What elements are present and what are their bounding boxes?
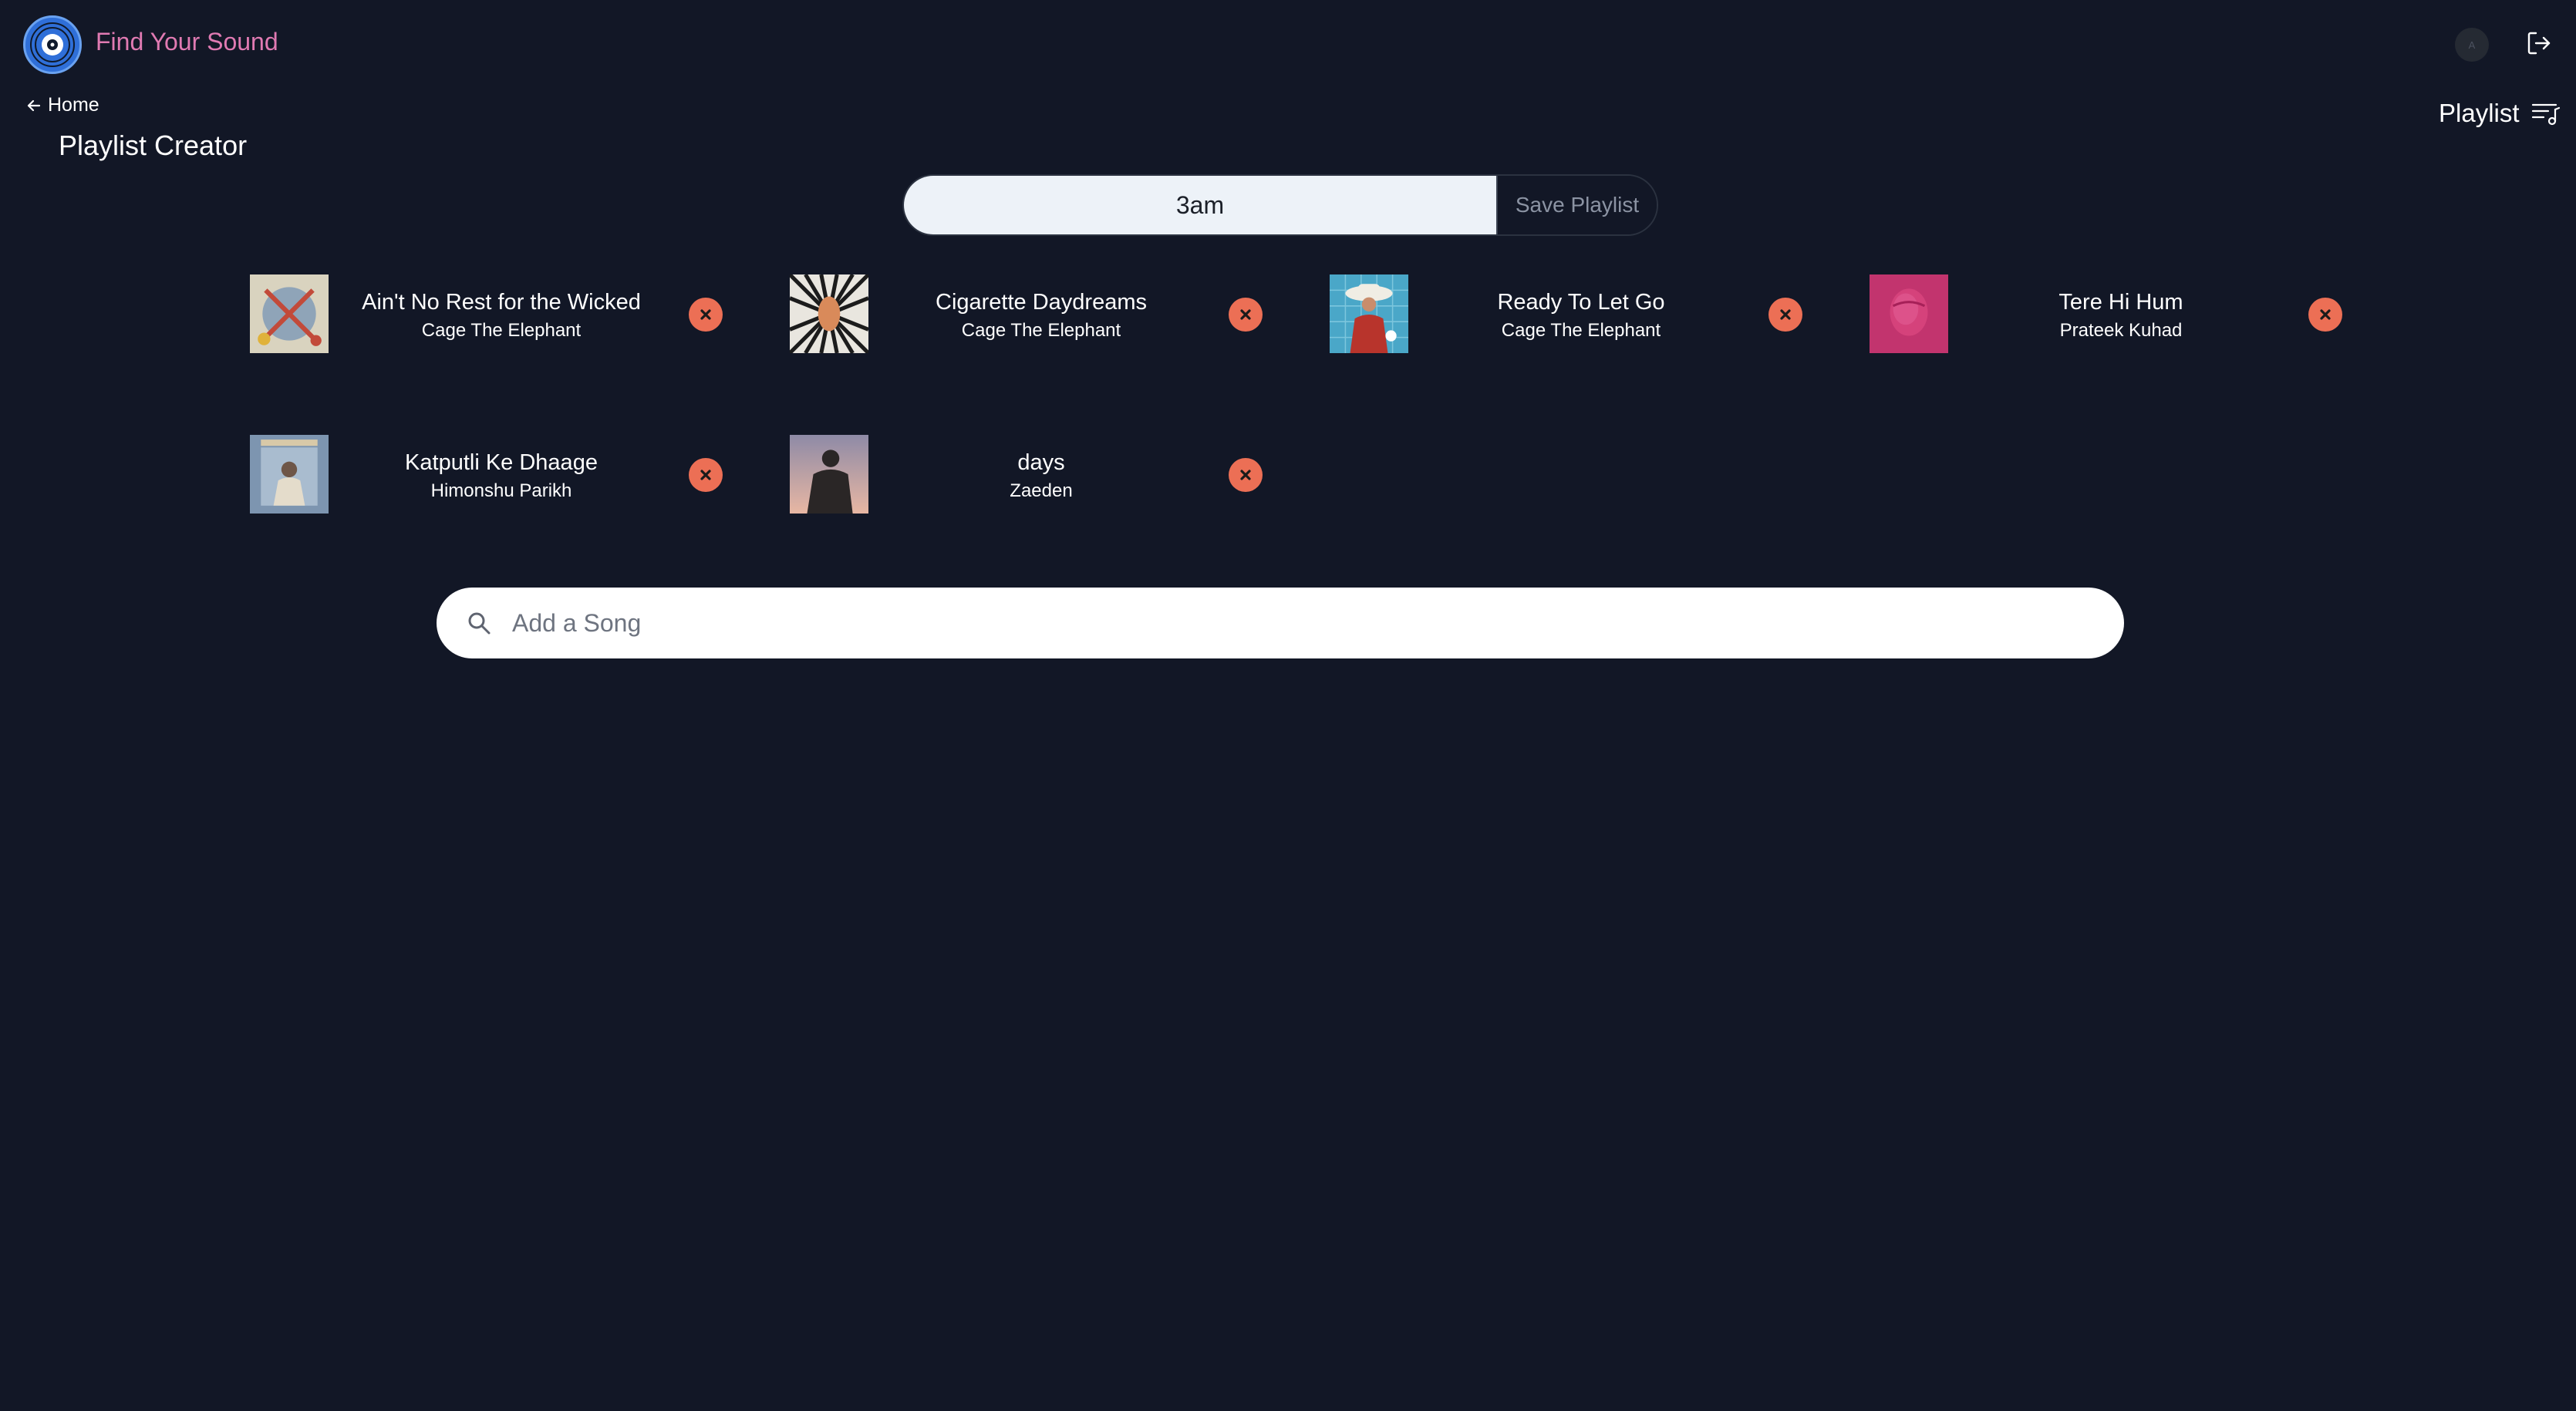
user-avatar[interactable]: A: [2455, 28, 2489, 62]
avatar-initial: A: [2468, 39, 2476, 51]
song-title: Katputli Ke Dhaage: [405, 450, 598, 475]
brand-name[interactable]: Find Your Sound: [96, 28, 278, 56]
close-icon: [1240, 470, 1251, 480]
song-title: Ain't No Rest for the Wicked: [362, 290, 641, 315]
album-cover-image: [250, 435, 329, 514]
song-title: Ready To Let Go: [1497, 290, 1665, 315]
back-home-link[interactable]: Home: [26, 94, 99, 116]
arrow-left-icon: [27, 99, 41, 111]
remove-song-button[interactable]: [689, 298, 723, 332]
page-title: Playlist Creator: [59, 130, 248, 161]
song-artist: Zaeden: [1010, 480, 1073, 501]
remove-song-button[interactable]: [2308, 298, 2342, 332]
song-title: Tere Hi Hum: [2058, 290, 2183, 315]
song-artist: Cage The Elephant: [421, 320, 582, 341]
album-cover-image: [1870, 274, 1948, 353]
album-cover-image: [250, 274, 329, 353]
remove-song-button[interactable]: [1229, 458, 1263, 492]
search-input[interactable]: Add a Song: [512, 609, 641, 638]
close-icon: [2320, 309, 2331, 320]
logout-icon[interactable]: [2525, 29, 2553, 61]
close-icon: [1780, 309, 1791, 320]
song-title: Cigarette Daydreams: [936, 290, 1147, 315]
playlist-name-input[interactable]: 3am: [904, 176, 1496, 234]
back-home-label: Home: [48, 94, 99, 116]
close-icon: [700, 309, 711, 320]
save-playlist-button[interactable]: Save Playlist: [1496, 176, 1657, 234]
close-icon: [1240, 309, 1251, 320]
playlist-toggle-button[interactable]: Playlist: [2439, 99, 2561, 128]
album-cover-image: [790, 274, 868, 353]
playlist-creator-page: Find Your Sound A Home Playlist Creator …: [0, 0, 2576, 1411]
song-card: days Zaeden: [790, 435, 1283, 515]
vinyl-logo-icon[interactable]: [23, 15, 82, 74]
playlist-name-bar: 3am Save Playlist: [902, 174, 1658, 236]
song-card: Katputli Ke Dhaage Himonshu Parikh: [250, 435, 743, 515]
song-title: days: [1017, 450, 1065, 475]
remove-song-button[interactable]: [689, 458, 723, 492]
search-icon: [466, 610, 492, 636]
song-card: Tere Hi Hum Prateek Kuhad: [1870, 274, 2363, 355]
remove-song-button[interactable]: [1229, 298, 1263, 332]
song-card: Ready To Let Go Cage The Elephant: [1330, 274, 1823, 355]
song-artist: Himonshu Parikh: [430, 480, 572, 501]
song-artist: Prateek Kuhad: [2059, 320, 2183, 341]
add-song-search[interactable]: Add a Song: [437, 588, 2124, 658]
close-icon: [700, 470, 711, 480]
song-card: Ain't No Rest for the Wicked Cage The El…: [250, 274, 743, 355]
song-artist: Cage The Elephant: [1501, 320, 1661, 341]
song-card: Cigarette Daydreams Cage The Elephant: [790, 274, 1283, 355]
playlist-toggle-label: Playlist: [2439, 99, 2520, 127]
album-cover-image: [790, 435, 868, 514]
album-cover-image: [1330, 274, 1408, 353]
song-artist: Cage The Elephant: [961, 320, 1121, 341]
playlist-music-icon: [2531, 103, 2560, 126]
remove-song-button[interactable]: [1768, 298, 1802, 332]
